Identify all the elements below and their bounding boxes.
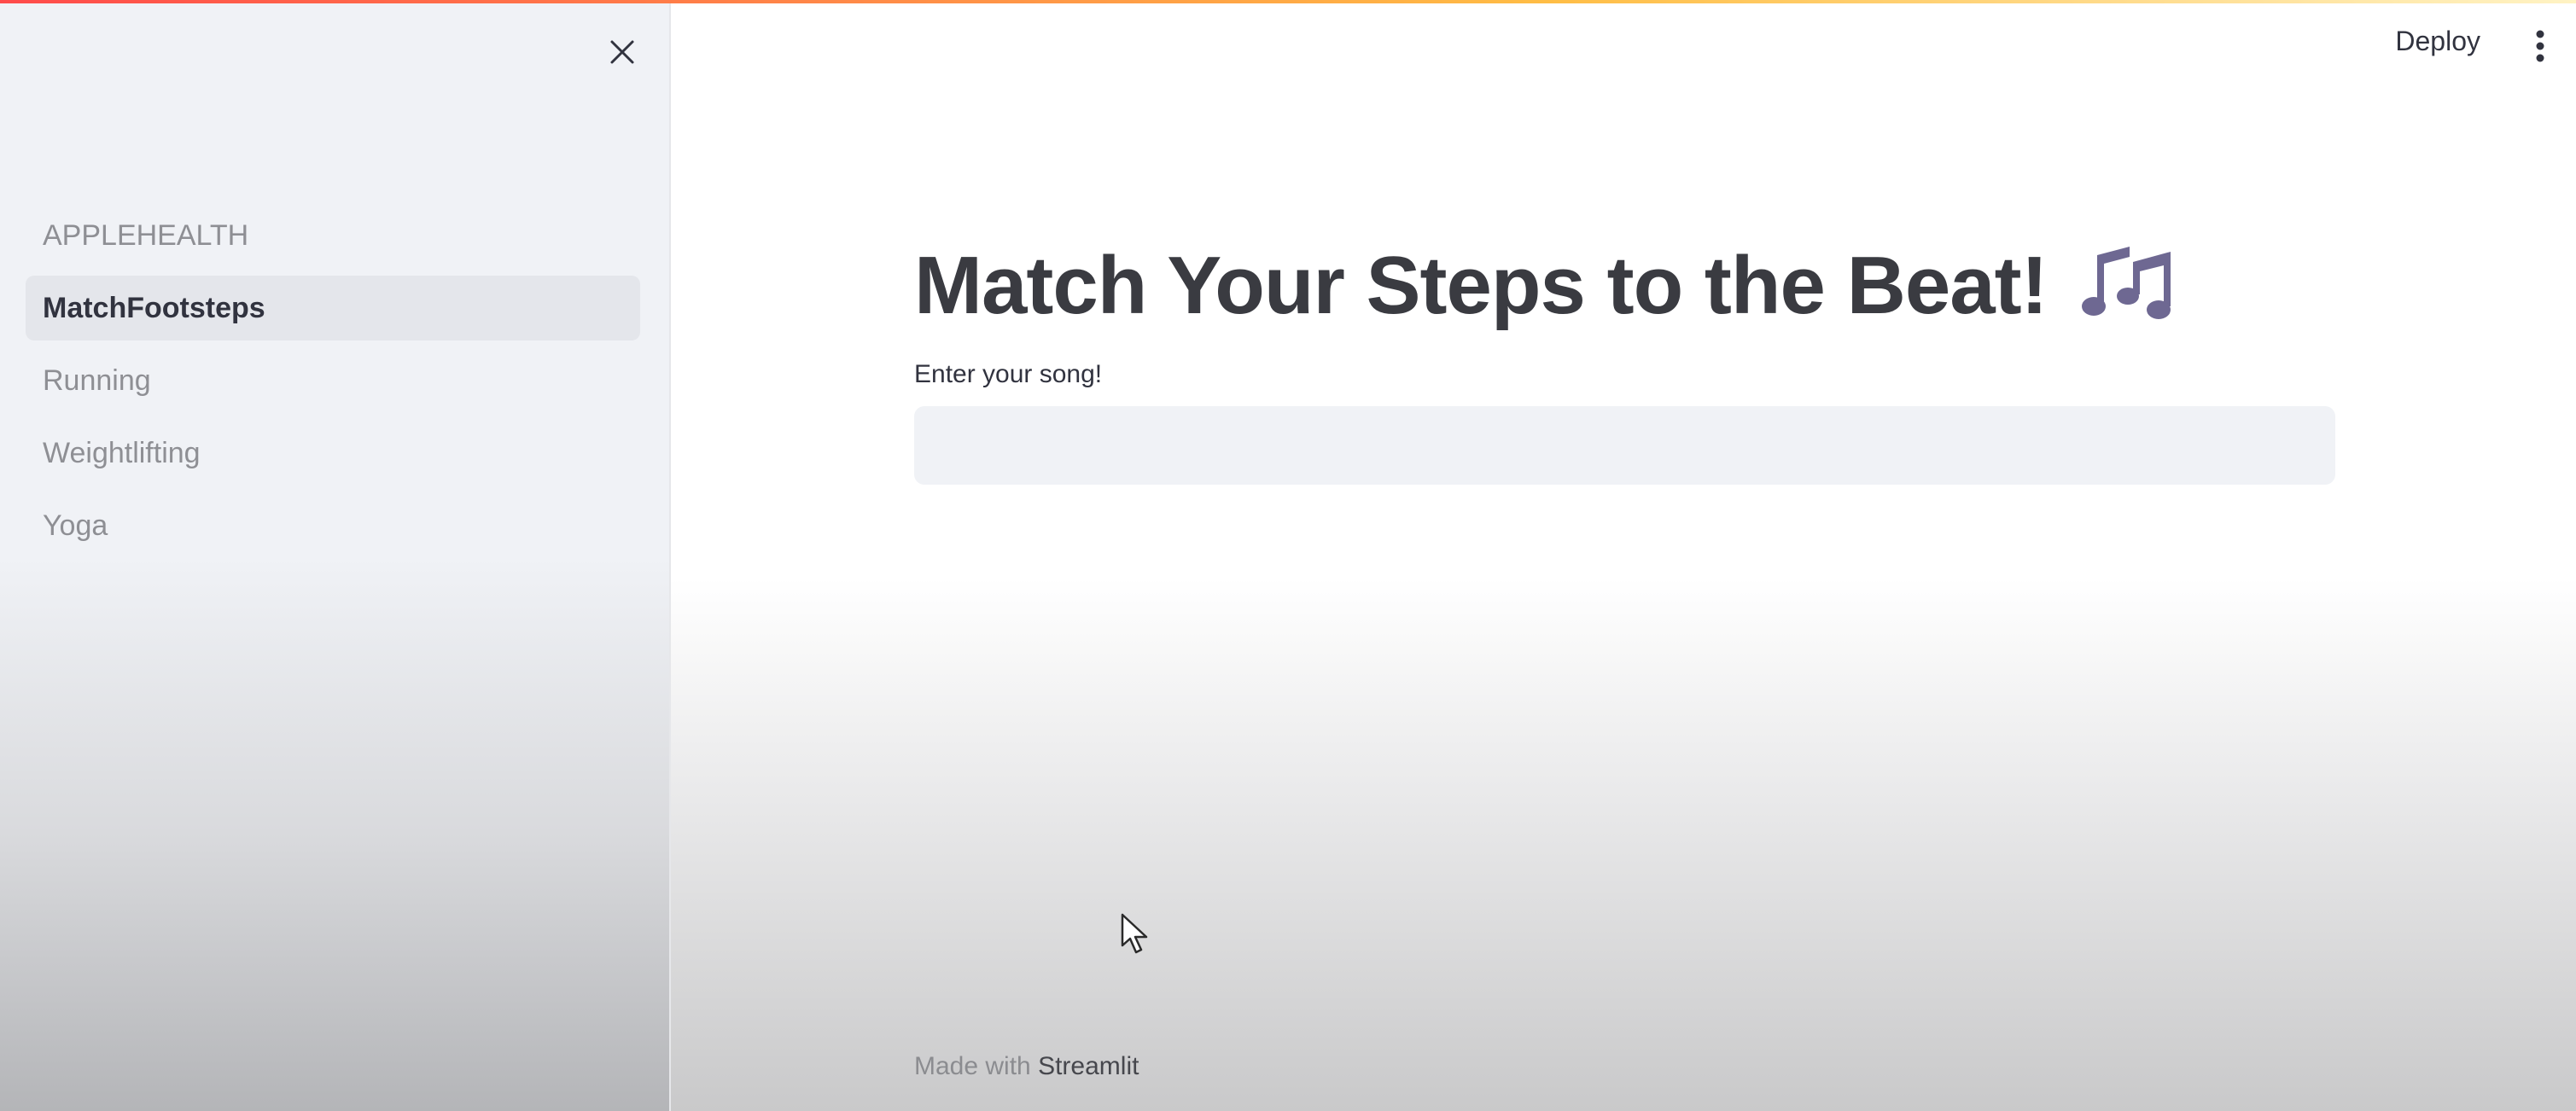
footer: Made with Streamlit [914, 1052, 1139, 1081]
sidebar-item-matchfootsteps[interactable]: MatchFootsteps [26, 276, 640, 340]
mouse-cursor-icon [1121, 913, 1148, 954]
song-input-label: Enter your song! [914, 360, 1103, 388]
sidebar-item-label: Weightlifting [43, 436, 201, 469]
sidebar: APPLEHEALTH MatchFootsteps Running Weigh… [0, 0, 671, 1111]
page-title: Match Your Steps to the Beat! [914, 230, 2335, 341]
song-input[interactable] [914, 406, 2335, 485]
sidebar-item-label: MatchFootsteps [43, 291, 265, 324]
sidebar-close-button[interactable] [601, 31, 644, 73]
footer-made-with: Made with [914, 1052, 1031, 1080]
sidebar-nav: APPLEHEALTH MatchFootsteps Running Weigh… [26, 203, 640, 566]
main-menu-button[interactable] [2523, 26, 2557, 67]
top-decoration-bar [0, 0, 2576, 3]
deploy-button[interactable]: Deploy [2395, 26, 2480, 57]
sidebar-item-label: Yoga [43, 509, 108, 542]
sidebar-item-applehealth[interactable]: APPLEHEALTH [26, 203, 640, 268]
sidebar-item-yoga[interactable]: Yoga [26, 493, 640, 558]
page-content: Match Your Steps to the Beat! Enter your… [914, 230, 2335, 485]
sidebar-item-running[interactable]: Running [26, 348, 640, 413]
vertical-ellipsis-icon [2536, 30, 2544, 62]
sidebar-item-weightlifting[interactable]: Weightlifting [26, 421, 640, 486]
footer-streamlit-link[interactable]: Streamlit [1038, 1052, 1139, 1080]
streamlit-app: APPLEHEALTH MatchFootsteps Running Weigh… [0, 0, 2576, 1111]
sidebar-item-label: APPLEHEALTH [43, 218, 249, 252]
sidebar-item-label: Running [43, 364, 151, 397]
page-title-text: Match Your Steps to the Beat! [914, 240, 2049, 331]
main-area: Deploy Match Your Steps to the Beat! Ent… [671, 0, 2576, 1111]
close-icon [610, 40, 634, 64]
music-notes-icon [2081, 243, 2174, 329]
